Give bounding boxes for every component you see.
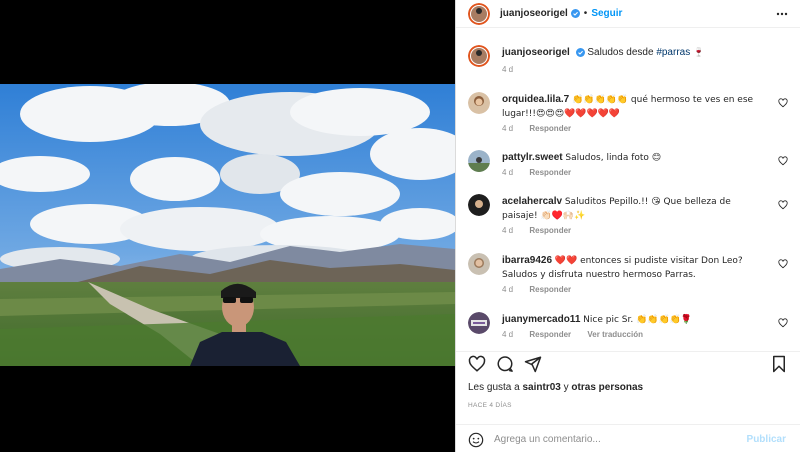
avatar[interactable] bbox=[468, 312, 490, 334]
caption-text: juanjoseorigel Saludos desde #parras 🍷 bbox=[502, 46, 766, 60]
comment-meta: 4 d Responder bbox=[502, 168, 585, 177]
comment-item: juanymercado11 Nice pic Sr. 👏👏👏👏🌹 4 d Re… bbox=[468, 312, 788, 343]
comment-username[interactable]: orquidea.lila.7 bbox=[502, 94, 569, 105]
caption: juanjoseorigel Saludos desde #parras 🍷 4… bbox=[468, 45, 788, 79]
comment-text: ibarra9426 ❤️❤️ entonces si pudiste visi… bbox=[502, 254, 766, 282]
comment-text: orquidea.lila.7 👏👏👏👏👏 qué hermoso te ves… bbox=[502, 93, 766, 121]
comment-time[interactable]: 4 d bbox=[502, 285, 513, 294]
more-options-icon[interactable] bbox=[776, 9, 788, 19]
post-modal: juanjoseorigel • Seguir juanjoseorigel S… bbox=[0, 0, 800, 452]
share-icon[interactable] bbox=[524, 355, 542, 373]
avatar[interactable] bbox=[468, 92, 490, 114]
heart-icon[interactable] bbox=[778, 156, 788, 166]
comment-username[interactable]: juanymercado11 bbox=[502, 314, 580, 325]
heart-icon[interactable] bbox=[778, 259, 788, 269]
comment-time[interactable]: 4 d bbox=[502, 330, 513, 339]
likes-prefix: Les gusta a bbox=[468, 382, 520, 393]
comment-text: pattylr.sweet Saludos, linda foto 😊 bbox=[502, 151, 766, 165]
comment-time[interactable]: 4 d bbox=[502, 226, 513, 235]
like-heart-icon[interactable] bbox=[468, 355, 486, 373]
comment-meta: 4 d Responder bbox=[502, 226, 585, 235]
post-sidebar: juanjoseorigel • Seguir juanjoseorigel S… bbox=[455, 0, 800, 452]
comment-item: pattylr.sweet Saludos, linda foto 😊 4 d … bbox=[468, 150, 788, 184]
comment-time[interactable]: 4 d bbox=[502, 168, 513, 177]
caption-username[interactable]: juanjoseorigel bbox=[502, 47, 570, 58]
comment-input[interactable] bbox=[494, 431, 734, 447]
caption-body: Saludos desde bbox=[587, 47, 654, 58]
comment-text: acelahercalv Saluditos Pepillo.!! 😘 Que … bbox=[502, 195, 766, 223]
see-translation-button[interactable]: Ver traducción bbox=[587, 330, 643, 339]
comment-time[interactable]: 4 d bbox=[502, 124, 513, 133]
comment-meta: 4 d Responder Ver traducción bbox=[502, 330, 657, 339]
avatar[interactable] bbox=[468, 2, 490, 25]
caption-time[interactable]: 4 d bbox=[502, 65, 513, 74]
reply-button[interactable]: Responder bbox=[529, 168, 571, 177]
header-username[interactable]: juanjoseorigel bbox=[500, 8, 568, 19]
likes-others-link[interactable]: otras personas bbox=[571, 382, 643, 393]
avatar[interactable] bbox=[468, 194, 490, 216]
likes-summary: Les gusta a saintr03 y otras personas bbox=[468, 382, 643, 393]
actions-bar: Les gusta a saintr03 y otras personas HA… bbox=[456, 351, 800, 452]
reply-button[interactable]: Responder bbox=[529, 124, 571, 133]
comment-item: ibarra9426 ❤️❤️ entonces si pudiste visi… bbox=[468, 253, 788, 301]
reply-button[interactable]: Responder bbox=[529, 285, 571, 294]
comment-username[interactable]: pattylr.sweet bbox=[502, 152, 563, 163]
comment-username[interactable]: acelahercalv bbox=[502, 196, 562, 207]
post-header: juanjoseorigel • Seguir bbox=[456, 0, 800, 28]
comment-item: orquidea.lila.7 👏👏👏👏👏 qué hermoso te ves… bbox=[468, 92, 788, 140]
separator-dot: • bbox=[583, 8, 588, 19]
likes-user-link[interactable]: saintr03 bbox=[523, 382, 561, 393]
avatar[interactable] bbox=[468, 150, 490, 172]
comment-body: Saludos, linda foto 😊 bbox=[565, 153, 662, 163]
caption-emoji: 🍷 bbox=[693, 48, 705, 58]
hashtag-link[interactable]: #parras bbox=[656, 47, 690, 58]
comments-list: juanjoseorigel Saludos desde #parras 🍷 4… bbox=[456, 38, 800, 343]
save-icon[interactable] bbox=[770, 355, 788, 373]
publish-button[interactable]: Publicar bbox=[747, 434, 786, 445]
comment-meta: 4 d Responder bbox=[502, 285, 585, 294]
post-timestamp[interactable]: HACE 4 DÍAS bbox=[468, 402, 512, 409]
reply-button[interactable]: Responder bbox=[529, 226, 571, 235]
heart-icon[interactable] bbox=[778, 318, 788, 328]
reply-button[interactable]: Responder bbox=[529, 330, 571, 339]
comment-composer: Publicar bbox=[456, 424, 800, 453]
heart-icon[interactable] bbox=[778, 200, 788, 210]
comment-username[interactable]: ibarra9426 bbox=[502, 255, 552, 266]
avatar[interactable] bbox=[468, 45, 490, 67]
comment-item: acelahercalv Saluditos Pepillo.!! 😘 Que … bbox=[468, 194, 788, 242]
post-photo[interactable] bbox=[0, 84, 455, 366]
heart-icon[interactable] bbox=[778, 98, 788, 108]
comment-icon[interactable] bbox=[496, 355, 514, 373]
post-media bbox=[0, 0, 455, 452]
likes-conj: y bbox=[563, 382, 569, 393]
verified-badge-icon bbox=[570, 9, 580, 18]
follow-button[interactable]: Seguir bbox=[591, 8, 622, 19]
comment-text: juanymercado11 Nice pic Sr. 👏👏👏👏🌹 bbox=[502, 313, 766, 327]
comment-meta: 4 d Responder bbox=[502, 124, 585, 133]
emoji-icon[interactable] bbox=[468, 432, 484, 448]
avatar[interactable] bbox=[468, 253, 490, 275]
verified-badge-icon bbox=[575, 47, 585, 57]
comment-body: Nice pic Sr. 👏👏👏👏🌹 bbox=[583, 315, 693, 325]
caption-meta: 4 d bbox=[502, 65, 527, 74]
